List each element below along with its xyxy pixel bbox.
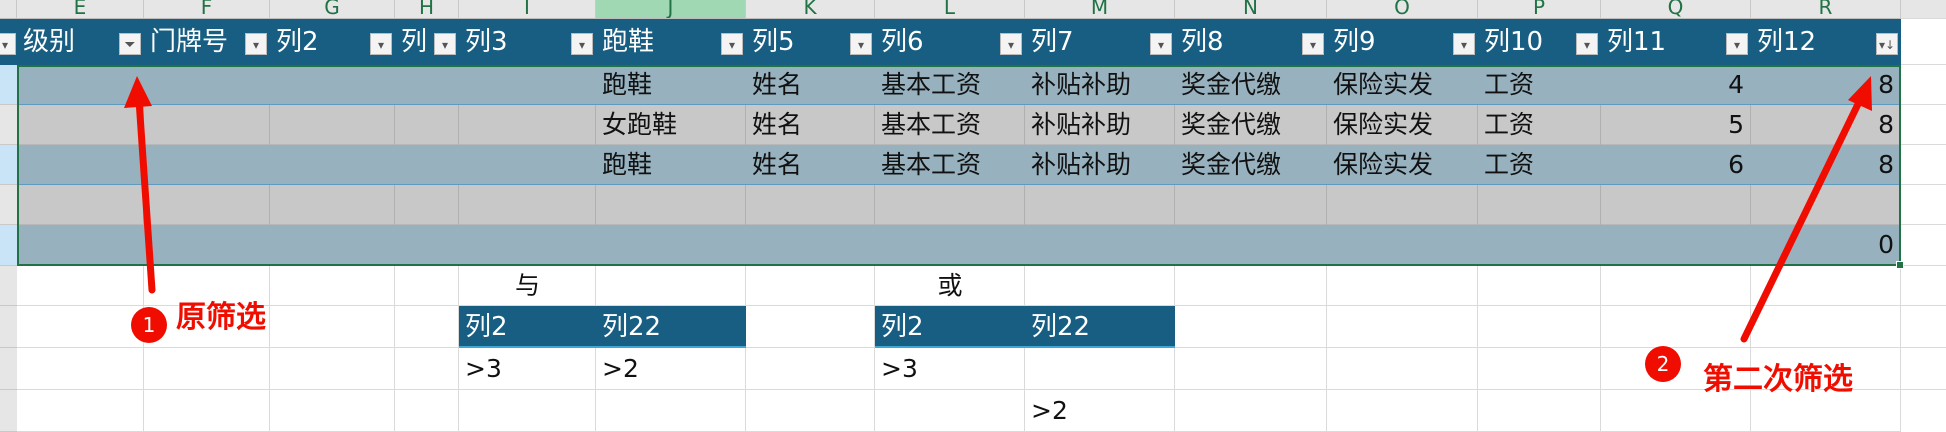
- annotation-text-2: 第二次筛选: [1703, 362, 1853, 397]
- arrow-1: [124, 76, 156, 294]
- arrow-2: [1740, 76, 1872, 343]
- annotation-text-1: 原筛选: [176, 300, 266, 335]
- annotation-badge-2: 2: [1645, 346, 1681, 382]
- annotation-badge-1: 1: [131, 307, 167, 343]
